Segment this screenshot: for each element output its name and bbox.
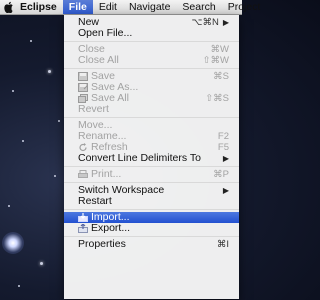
star: [22, 140, 24, 142]
menu-item-label: Close All: [78, 54, 119, 66]
menu-item-shortcut: F2: [217, 131, 229, 142]
star: [40, 262, 43, 265]
menubar-navigate[interactable]: Navigate: [123, 0, 176, 14]
menu-item-label: Properties: [78, 238, 126, 250]
menu-item-shortcut: ⌘P: [213, 169, 229, 180]
menu-item-label: Convert Line Delimiters To: [78, 152, 201, 164]
menu-item-label-wrap: Open File...: [78, 28, 229, 39]
export-icon: [78, 223, 88, 233]
star: [18, 285, 20, 287]
apple-icon[interactable]: [4, 1, 14, 13]
menu-separator: [64, 68, 239, 69]
star: [12, 90, 14, 92]
menu-item-shortcut: ⇧⌘S: [205, 93, 229, 104]
menu-item-label-wrap: Properties: [78, 239, 217, 250]
menu-item-shortcut: F5: [217, 142, 229, 153]
star: [48, 70, 51, 73]
menu-separator: [64, 41, 239, 42]
menu-item-open-file[interactable]: Open File...: [64, 28, 239, 39]
menu-item-label: Print...: [91, 168, 122, 180]
save-as-icon: [78, 82, 88, 92]
menu-item-close-all[interactable]: Close All ⇧⌘W: [64, 55, 239, 67]
submenu-arrow-icon: ▶: [222, 186, 229, 195]
menu-item-label-wrap: Restart: [78, 196, 229, 207]
menu-item-convert-line-delimiters-to[interactable]: Convert Line Delimiters To ▶: [64, 153, 239, 164]
refresh-icon: [78, 142, 88, 152]
menu-item-label: Export...: [91, 222, 131, 234]
menu-item-shortcut: ⌘I: [216, 239, 229, 250]
file-menu-dropdown: New ⌥⌘N ▶ Open File... Close ⌘W Close All ⇧⌘W Sa…: [64, 15, 239, 299]
star: [58, 120, 60, 122]
save-icon: [78, 71, 88, 81]
menu-item-label-wrap: Close All: [78, 55, 203, 66]
menu-item-label-wrap: Convert Line Delimiters To: [78, 153, 219, 164]
save-all-icon: [78, 93, 88, 103]
menu-item-revert[interactable]: Revert: [64, 104, 239, 115]
star: [30, 40, 32, 42]
menu-item-shortcut: ⌥⌘N: [191, 17, 219, 28]
menu-item-label: Revert: [78, 103, 109, 115]
menu-separator: [64, 209, 239, 210]
menu-item-export[interactable]: Export...: [64, 223, 239, 234]
import-icon: [78, 212, 88, 222]
menu-item-label: Open File...: [78, 27, 133, 39]
menubar-edit[interactable]: Edit: [93, 0, 123, 14]
menu-item-shortcut: ⌘S: [213, 71, 229, 82]
menubar-project[interactable]: Project: [222, 0, 267, 14]
menu-separator: [64, 166, 239, 167]
menu-item-restart[interactable]: Restart: [64, 196, 239, 207]
submenu-arrow-icon: ▶: [222, 154, 229, 163]
menu-item-properties[interactable]: Properties ⌘I: [64, 239, 239, 251]
menu-item-label-wrap: Revert: [78, 104, 229, 115]
bright-star: [2, 232, 24, 254]
print-icon: [78, 169, 88, 179]
star: [8, 205, 10, 207]
menu-separator: [64, 182, 239, 183]
menu-separator: [64, 236, 239, 237]
menubar-search[interactable]: Search: [176, 0, 221, 14]
menubar-app-name[interactable]: Eclipse: [20, 0, 63, 14]
menu-item-shortcut: ⇧⌘W: [202, 55, 229, 66]
menubar-file[interactable]: File: [62, 0, 93, 14]
menu-item-shortcut: ⌘W: [210, 44, 229, 55]
menu-item-label: Restart: [78, 195, 112, 207]
menu-item-label-wrap: Export...: [78, 223, 229, 234]
menu-item-label-wrap: Print...: [78, 169, 213, 180]
menu-item-print[interactable]: Print... ⌘P: [64, 169, 239, 180]
submenu-arrow-icon: ▶: [222, 18, 229, 27]
menu-separator: [64, 117, 239, 118]
star: [54, 175, 56, 177]
menu-bar: Eclipse File Edit Navigate Search Projec…: [0, 0, 260, 15]
